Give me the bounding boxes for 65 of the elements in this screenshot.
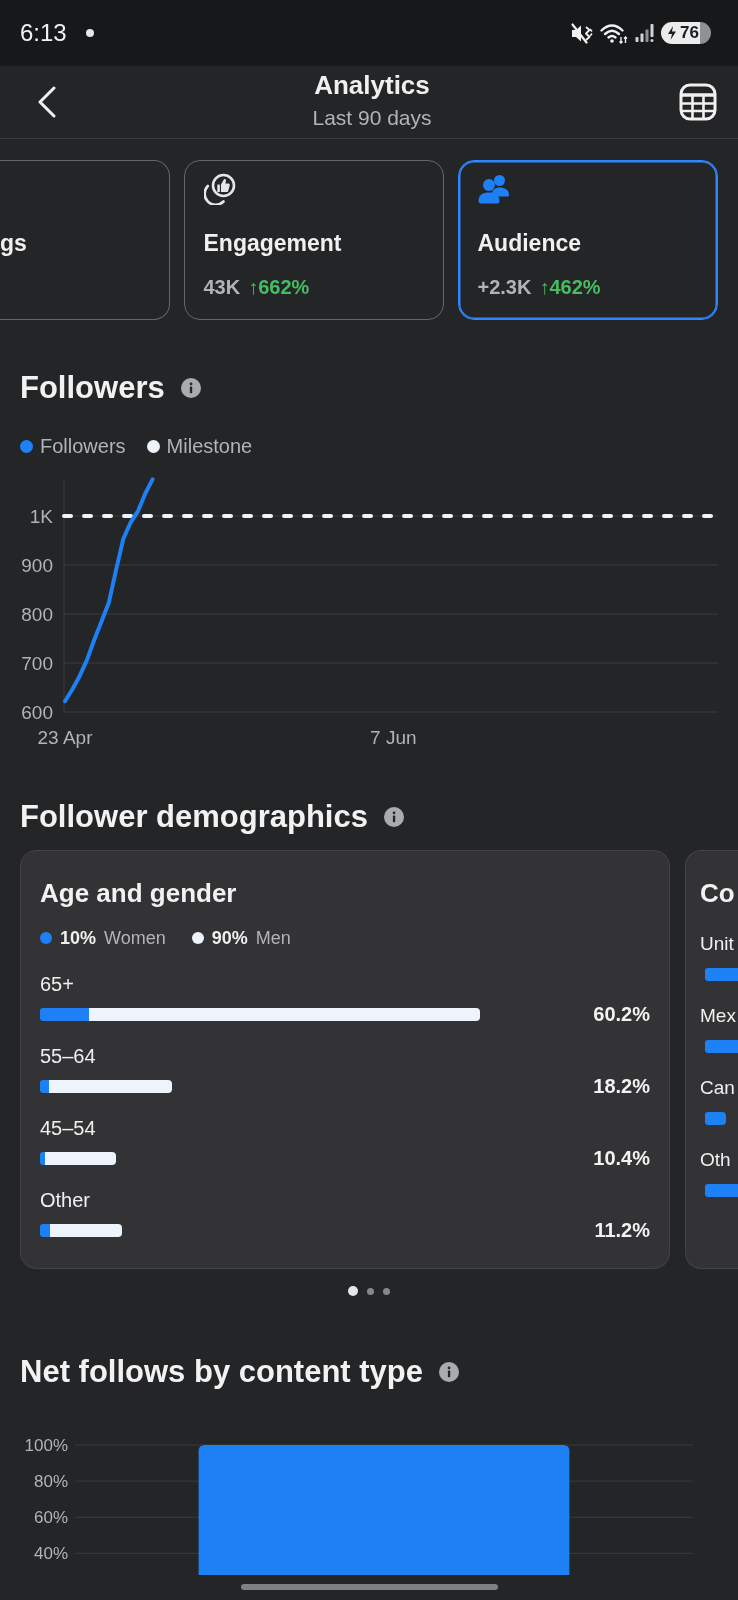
metric-change: ↑462% xyxy=(539,274,601,299)
percentage-value: 11.2% xyxy=(594,1218,650,1242)
battery-icon xyxy=(661,22,711,44)
section-title: Follower demographics xyxy=(20,799,368,835)
table-icon xyxy=(679,83,717,121)
metric-value: +2.3K xyxy=(477,274,532,299)
row-label: Oth xyxy=(700,1148,732,1172)
percentage-value: 18.2% xyxy=(593,1074,650,1098)
row-label: 55–64 xyxy=(40,1044,97,1068)
mute-icon xyxy=(571,22,593,44)
info-icon[interactable] xyxy=(439,1362,460,1382)
x-axis-label: 23 Apr xyxy=(37,726,93,748)
y-axis-label: 700 xyxy=(21,652,53,674)
y-axis-label: 40% xyxy=(33,1543,68,1563)
legend-label: Milestone xyxy=(166,434,253,458)
people-icon xyxy=(477,174,510,204)
row-label: 65+ xyxy=(40,972,75,996)
row-label: Unit xyxy=(700,932,735,956)
row-label: Mex xyxy=(700,1004,737,1028)
metric-title: Audience xyxy=(477,228,582,257)
battery-percentage: 76 xyxy=(680,24,699,42)
legend-label: Followers xyxy=(40,434,126,458)
row-label: Other xyxy=(40,1188,92,1212)
clock-time: 6:13 xyxy=(20,19,67,47)
y-axis-label: 60% xyxy=(33,1507,68,1527)
legend-label: Women xyxy=(104,927,166,950)
table-button[interactable] xyxy=(679,83,717,121)
card-title: Co xyxy=(700,878,736,908)
metric-tab[interactable]: Engagement 43K ↑662% xyxy=(184,160,444,320)
notification-dot-icon xyxy=(85,29,94,37)
metric-change: ↑662% xyxy=(248,274,310,299)
date-range-subtitle: Last 90 days xyxy=(312,106,432,130)
signal-icon xyxy=(635,23,655,43)
legend-value: 10% xyxy=(60,927,97,950)
y-axis-label: 800 xyxy=(21,603,53,625)
share-bar xyxy=(705,1183,738,1197)
percentage-value: 10.4% xyxy=(593,1146,650,1170)
chevron-left-icon xyxy=(37,86,57,118)
legend-value: 90% xyxy=(211,927,248,950)
wifi-icon xyxy=(600,22,628,44)
card-title: Age and gender xyxy=(40,878,238,908)
share-bar xyxy=(705,1039,738,1053)
percentage-value: 60.2% xyxy=(593,1002,650,1026)
row-label: Can xyxy=(700,1076,736,1100)
row-label: 45–54 xyxy=(40,1116,97,1140)
y-axis-label: 1K xyxy=(29,505,53,527)
section-title: Followers xyxy=(20,370,165,406)
metric-title: Engagement xyxy=(203,228,342,257)
metric-tab[interactable]: Audience +2.3K ↑462% xyxy=(458,160,718,320)
y-axis-label: 900 xyxy=(21,554,53,576)
y-axis-label: 100% xyxy=(24,1435,68,1455)
share-bar xyxy=(705,1111,726,1125)
x-axis-label: 7 Jun xyxy=(370,726,417,748)
y-axis-label: 80% xyxy=(33,1471,68,1491)
info-icon[interactable] xyxy=(383,807,404,827)
legend-label: Men xyxy=(255,927,291,950)
share-bar xyxy=(705,967,738,981)
thumbs-up-icon xyxy=(203,173,236,205)
info-icon[interactable] xyxy=(180,378,201,398)
y-axis-label: 600 xyxy=(21,701,53,723)
section-title: Net follows by content type xyxy=(20,1354,424,1390)
metric-title: gs xyxy=(0,228,27,257)
metric-tab[interactable]: gs xyxy=(0,160,170,320)
metric-value: 43K xyxy=(203,274,241,299)
page-title: Analytics xyxy=(313,70,431,100)
